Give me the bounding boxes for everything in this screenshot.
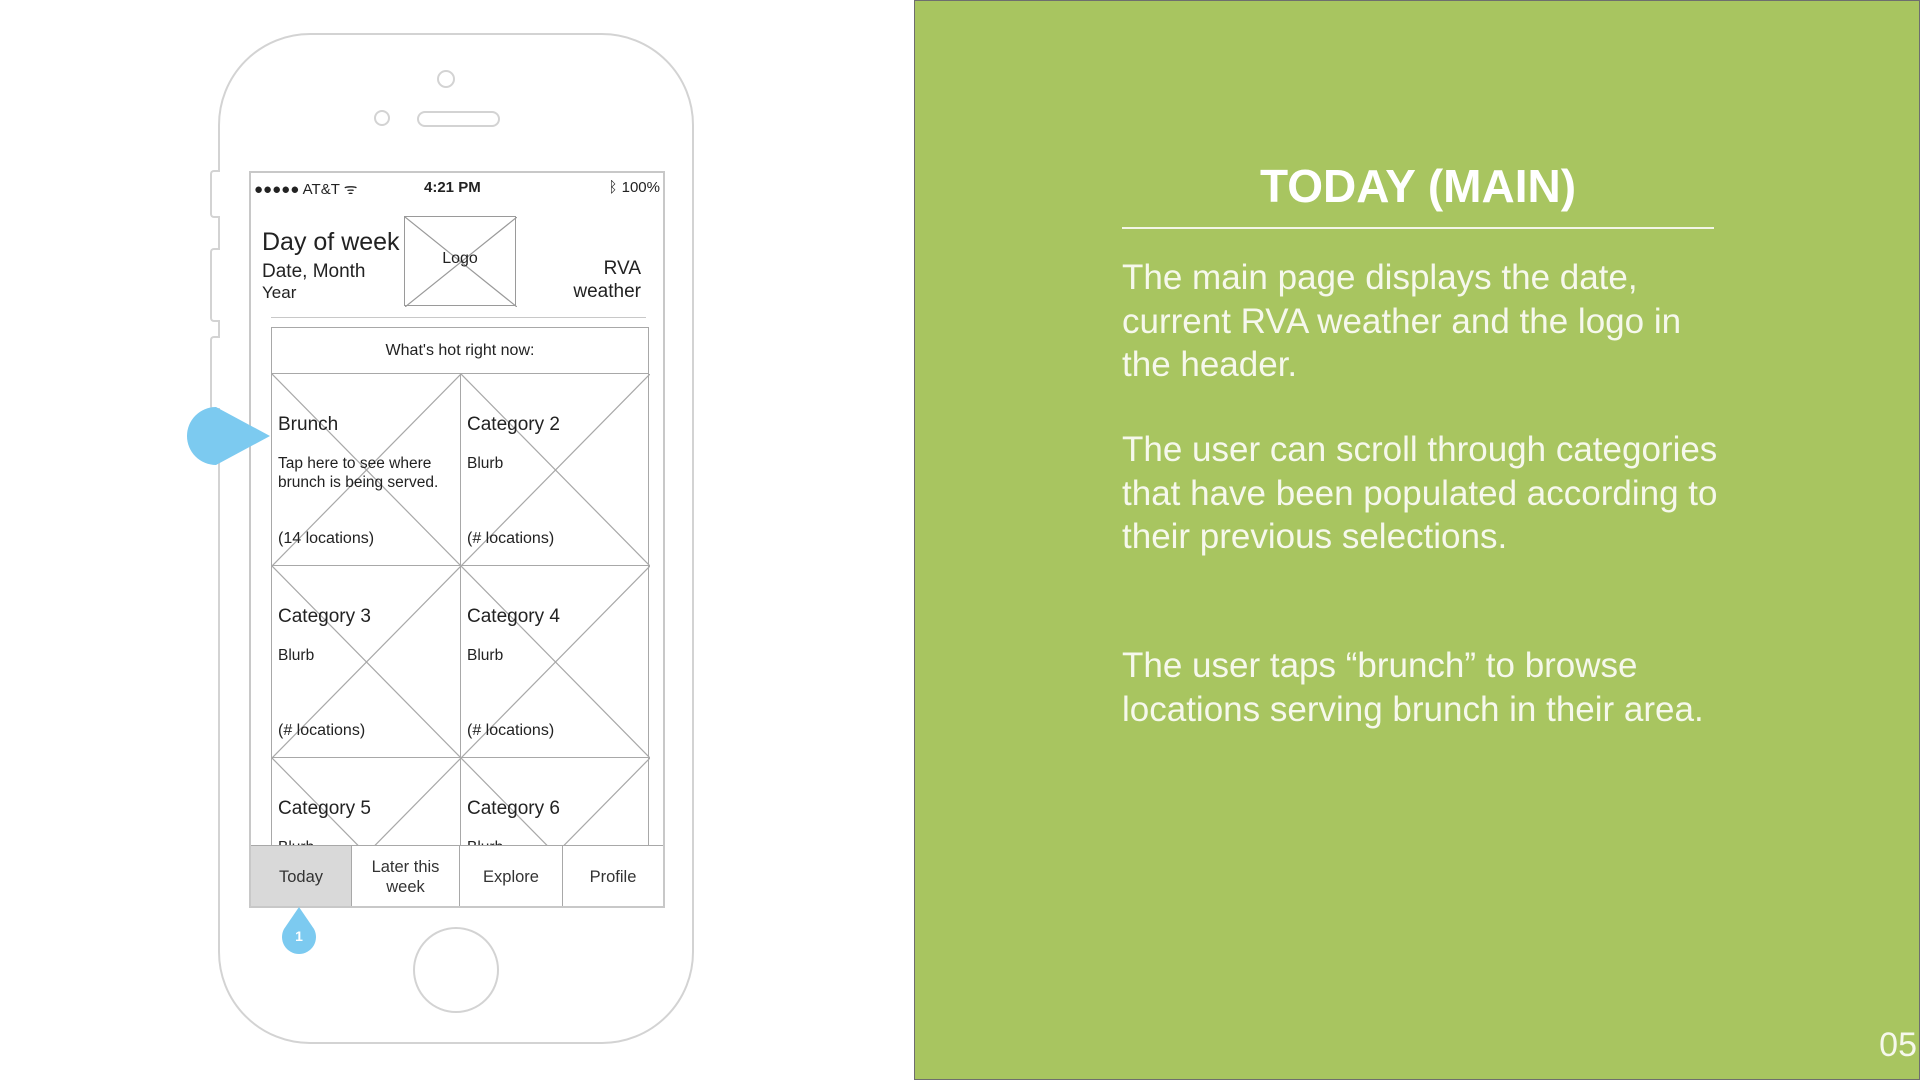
tile-title: Category 5 — [278, 798, 371, 819]
tile-title: Category 4 — [467, 606, 560, 627]
phone-home-button[interactable] — [413, 927, 499, 1013]
slide-title: TODAY (MAIN) — [1259, 160, 1577, 212]
page-number: 05 — [1879, 1026, 1917, 1064]
header-divider — [271, 317, 646, 318]
tile-count: (# locations) — [467, 530, 555, 547]
tile-count: (# locations) — [278, 722, 366, 739]
info-panel: TODAY (MAIN) The main page displays the … — [914, 0, 1920, 1080]
category-tile-2[interactable]: Category 2 Blurb (# locations) — [461, 374, 650, 566]
description-paragraph-3: The user taps “brunch” to browse locatio… — [1122, 646, 1704, 729]
title-divider — [1122, 227, 1714, 229]
tile-blurb: Tap here to see where brunch is being se… — [278, 455, 439, 491]
date-month: Date, Month — [262, 261, 366, 282]
category-tile-brunch[interactable]: Brunch Tap here to see where brunch is b… — [272, 374, 461, 566]
category-tile-3[interactable]: Category 3 Blurb (# locations) — [272, 566, 461, 758]
tab-today[interactable]: Today — [251, 846, 352, 906]
battery-percent: 100% — [621, 179, 660, 196]
annotation-pin-label: 1 — [295, 928, 303, 944]
tile-blurb: Blurb — [467, 647, 504, 664]
whats-hot-title: What's hot right now: — [272, 328, 648, 374]
phone-sensor — [374, 110, 390, 126]
year: Year — [262, 283, 297, 302]
description-paragraph-2: The user can scroll through categories t… — [1122, 430, 1718, 556]
tile-title: Category 2 — [467, 414, 560, 435]
tile-title: Brunch — [278, 414, 339, 435]
phone-volume-down-button — [210, 336, 220, 410]
wifi-icon: ᯤ — [343, 181, 358, 198]
weather-label-line1: RVA — [603, 258, 641, 279]
day-of-week: Day of week — [262, 228, 400, 256]
phone-side-button — [210, 170, 220, 218]
logo-label: Logo — [442, 250, 478, 267]
tile-blurb: Blurb — [467, 455, 504, 472]
tile-title: Category 6 — [467, 798, 560, 819]
logo-placeholder: Logo — [404, 216, 517, 307]
status-bar: ●●●●● AT&T ᯤ 4:21 PM ᛒ 100% — [251, 173, 663, 201]
battery-icon — [663, 185, 665, 196]
phone-screen: ●●●●● AT&T ᯤ 4:21 PM ᛒ 100% Day of week … — [249, 171, 665, 908]
phone-front-camera — [437, 70, 455, 88]
tab-explore[interactable]: Explore — [460, 846, 563, 906]
description-paragraph-1: The main page displays the date, current… — [1122, 258, 1682, 384]
category-tile-4[interactable]: Category 4 Blurb (# locations) — [461, 566, 650, 758]
status-time: 4:21 PM — [424, 179, 481, 196]
tile-blurb: Blurb — [278, 647, 315, 664]
tab-profile[interactable]: Profile — [563, 846, 663, 906]
bluetooth-icon: ᛒ — [608, 179, 622, 196]
tab-later-this-week[interactable]: Later this week — [352, 846, 460, 906]
tile-title: Category 3 — [278, 606, 371, 627]
whats-hot-panel: What's hot right now: Brunch Tap here to… — [271, 327, 650, 906]
tile-count: (14 locations) — [278, 530, 375, 547]
tile-count: (# locations) — [467, 722, 555, 739]
phone-volume-up-button — [210, 248, 220, 322]
phone-speaker — [417, 111, 500, 127]
weather-label-line2: weather — [573, 281, 641, 302]
tab-bar: Today Later this week Explore Profile — [251, 845, 663, 906]
carrier-label: ●●●●● AT&T — [254, 181, 340, 198]
annotation-callout-marker — [186, 407, 270, 465]
